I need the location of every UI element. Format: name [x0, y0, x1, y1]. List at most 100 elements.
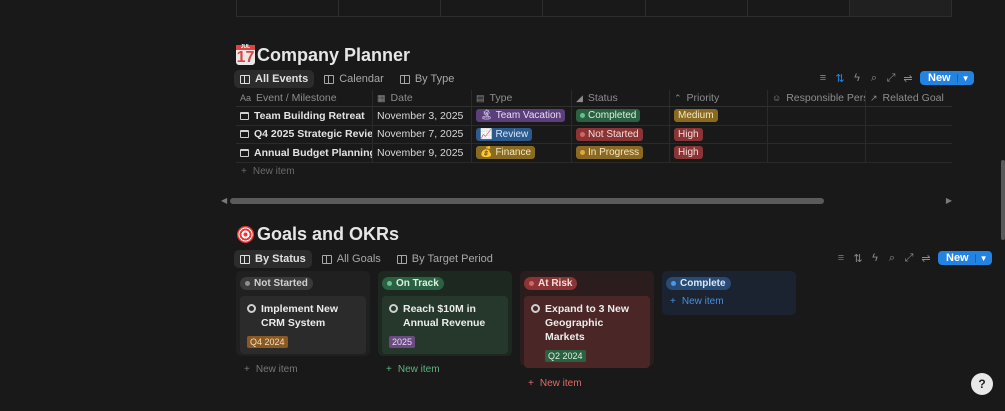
automation-icon[interactable]: ϟ — [870, 252, 880, 264]
goal-cell[interactable] — [866, 107, 952, 125]
automation-icon[interactable]: ϟ — [852, 72, 862, 84]
plus-icon: + — [386, 364, 392, 375]
scroll-right-icon[interactable]: ▶ — [946, 196, 952, 205]
expand-icon[interactable]: ⤢ — [886, 72, 896, 85]
type-cell[interactable]: 🏝 Team Vacation — [472, 107, 572, 125]
priority-cell[interactable]: Medium — [670, 107, 768, 125]
status-cell[interactable]: Completed — [572, 107, 670, 125]
column-header-goal[interactable]: ↗ Related Goal — [866, 90, 952, 106]
plus-icon: + — [670, 296, 676, 307]
new-button-label: New — [928, 72, 951, 84]
card-title: Implement New CRM System — [261, 303, 339, 329]
new-button-label: New — [946, 252, 969, 264]
column-new-item[interactable]: + New item — [666, 290, 792, 309]
calendar-page-icon — [240, 148, 249, 157]
column-new-item[interactable]: + New item — [524, 368, 650, 391]
filter-icon[interactable]: ≡ — [818, 72, 828, 84]
planner-title-text: Company Planner — [257, 45, 411, 65]
tab-calendar[interactable]: Calendar — [318, 70, 390, 88]
status-dot-icon — [580, 113, 585, 119]
status-dot-icon — [529, 281, 534, 286]
status-dot-icon — [580, 131, 585, 137]
date-cell[interactable]: November 9, 2025 — [373, 144, 472, 162]
status-cell[interactable]: In Progress — [572, 144, 670, 162]
status-cell[interactable]: Not Started — [572, 125, 670, 143]
help-button[interactable]: ? — [971, 373, 993, 395]
column-header-type[interactable]: ▤ Type — [472, 90, 572, 106]
event-name: Team Building Retreat — [254, 109, 365, 122]
column-status-label: Not Started — [240, 277, 313, 290]
table-row[interactable]: Annual Budget Planning Session November … — [236, 144, 952, 163]
expand-icon[interactable]: ⤢ — [904, 252, 914, 265]
table-row[interactable]: Team Building Retreat November 3, 2025 🏝… — [236, 107, 952, 126]
tab-all-goals[interactable]: All Goals — [316, 250, 387, 268]
chevron-down-icon[interactable]: ▼ — [974, 253, 992, 263]
person-cell[interactable] — [768, 107, 866, 125]
event-date: November 7, 2025 — [377, 128, 464, 141]
priority-property-icon: ⌃ — [674, 92, 682, 103]
priority-cell[interactable]: High — [670, 125, 768, 143]
board-column-complete: Complete + New item — [662, 271, 796, 315]
column-header-priority[interactable]: ⌃ Priority — [670, 90, 768, 106]
person-cell[interactable] — [768, 144, 866, 162]
scrollbar-thumb[interactable] — [230, 198, 824, 204]
column-header-person[interactable]: ☺ Responsible Person — [768, 90, 866, 106]
tab-by-status[interactable]: By Status — [234, 250, 312, 268]
period-tag: 2025 — [389, 336, 416, 348]
search-icon[interactable]: ⌕ — [887, 252, 897, 265]
tab-all-events[interactable]: All Events — [234, 70, 315, 88]
status-dot-icon — [671, 281, 676, 286]
column-header-date[interactable]: ▦ Date — [373, 90, 472, 106]
sort-icon[interactable]: ⇅ — [835, 72, 845, 85]
horizontal-scrollbar[interactable]: ◀ ▶ — [221, 196, 952, 206]
filter-icon[interactable]: ≡ — [836, 252, 846, 264]
settings-icon[interactable]: ⇌ — [903, 72, 913, 85]
chevron-down-icon[interactable]: ▼ — [956, 73, 974, 83]
settings-icon[interactable]: ⇌ — [921, 252, 931, 265]
event-name: Q4 2025 Strategic Review — [254, 128, 373, 141]
event-name: Annual Budget Planning Session — [254, 146, 373, 159]
calendar-emoji-icon: JUL 17 — [236, 44, 255, 66]
vertical-scrollbar[interactable] — [1001, 160, 1005, 240]
column-new-item[interactable]: + New item — [382, 354, 508, 377]
column-status-label: Complete — [666, 277, 731, 290]
scroll-left-icon[interactable]: ◀ — [221, 196, 227, 205]
event-name-cell[interactable]: Team Building Retreat — [236, 107, 373, 125]
sort-icon[interactable]: ⇅ — [853, 252, 863, 265]
goals-new-button[interactable]: New ▼ — [938, 251, 992, 265]
search-icon[interactable]: ⌕ — [869, 72, 879, 85]
priority-cell[interactable]: High — [670, 144, 768, 162]
column-label: Related Goal — [882, 92, 944, 104]
event-name-cell[interactable]: Annual Budget Planning Session — [236, 144, 373, 162]
column-label: Priority — [686, 92, 720, 104]
planner-new-button[interactable]: New ▼ — [920, 71, 974, 85]
event-name-cell[interactable]: Q4 2025 Strategic Review — [236, 125, 373, 143]
date-cell[interactable]: November 3, 2025 — [373, 107, 472, 125]
date-cell[interactable]: November 7, 2025 — [373, 125, 472, 143]
column-header-event[interactable]: Aa Event / Milestone — [236, 90, 373, 106]
column-header-status[interactable]: ◢ Status — [572, 90, 670, 106]
goal-cell[interactable] — [866, 126, 952, 144]
table-row[interactable]: Q4 2025 Strategic Review November 7, 202… — [236, 125, 952, 144]
status-dot-icon — [387, 281, 392, 286]
table-header-row: Aa Event / Milestone ▦ Date ▤ Type ◢ Status … — [236, 90, 952, 107]
board-icon — [399, 74, 410, 84]
table-new-item[interactable]: + New item — [236, 163, 952, 181]
tab-by-type[interactable]: By Type — [394, 70, 461, 88]
calendar-page-icon — [240, 130, 249, 139]
column-new-item[interactable]: + New item — [240, 354, 366, 377]
goal-cell[interactable] — [866, 144, 952, 162]
type-cell[interactable]: 📈 Review — [472, 125, 572, 143]
column-label: Type — [489, 92, 513, 104]
period-tag: Q4 2024 — [247, 336, 288, 348]
type-cell[interactable]: 💰 Finance — [472, 144, 572, 162]
question-mark-icon: ? — [978, 377, 986, 391]
tab-by-target-period[interactable]: By Target Period — [391, 250, 499, 268]
goal-card[interactable]: Implement New CRM System Q4 2024 — [240, 296, 366, 354]
person-cell[interactable] — [768, 125, 866, 143]
goal-card[interactable]: Expand to 3 New Geographic Markets Q2 20… — [524, 296, 650, 368]
priority-tag: High — [674, 127, 703, 141]
goal-card[interactable]: Reach $10M in Annual Revenue 2025 — [382, 296, 508, 354]
priority-tag: Medium — [674, 109, 718, 123]
column-label: Event / Milestone — [256, 92, 337, 104]
